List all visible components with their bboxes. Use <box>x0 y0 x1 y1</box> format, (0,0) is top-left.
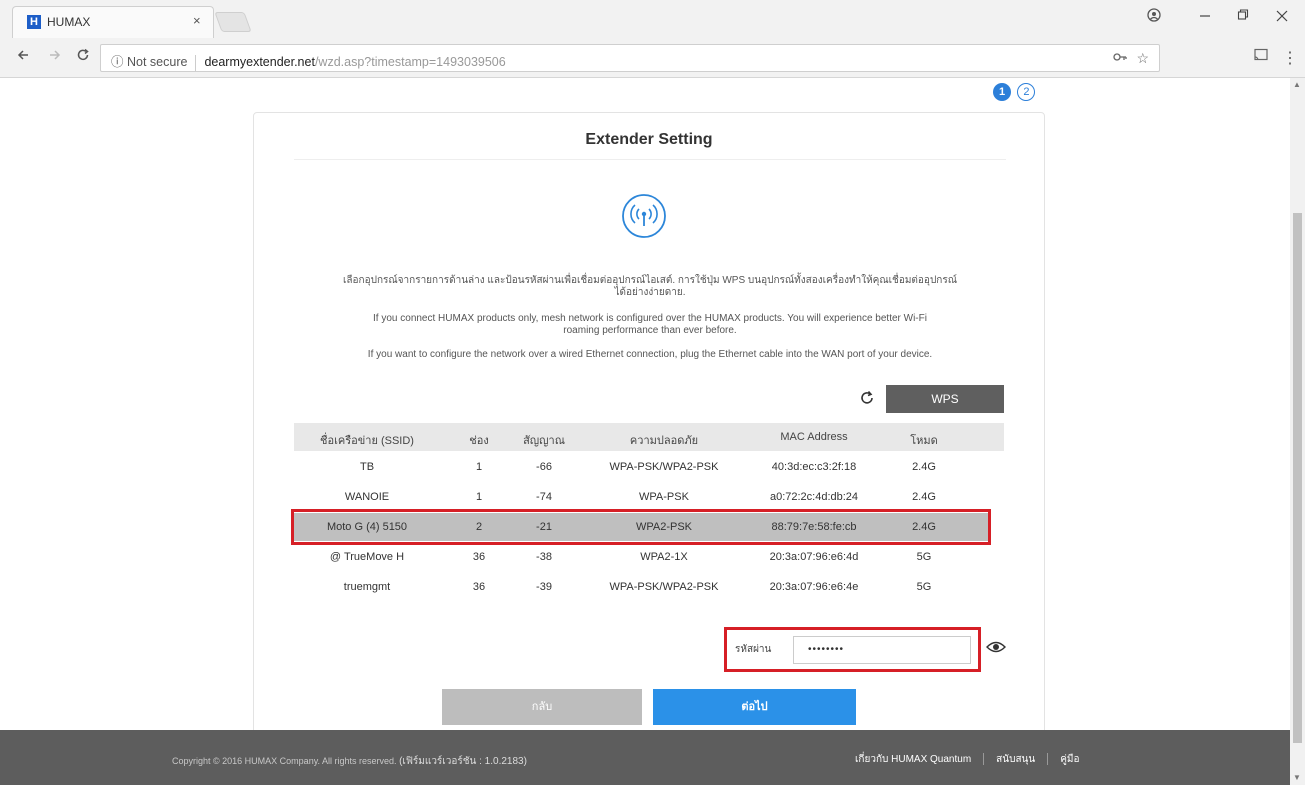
footer-link-support[interactable]: สนับสนุน <box>996 754 1035 765</box>
url-path: /wzd.asp?timestamp=1493039506 <box>314 55 506 69</box>
header-security: ความปลอดภัย <box>629 435 699 447</box>
copyright-text: Copyright © 2016 HUMAX Company. All righ… <box>172 756 397 766</box>
close-window-icon[interactable] <box>1276 8 1288 26</box>
cell-channel: 1 <box>475 461 483 473</box>
omnibox-icons: ☆ <box>1112 50 1149 67</box>
cell-channel: 36 <box>472 551 486 563</box>
page-scroll-up-icon[interactable]: ▲ <box>1293 80 1301 89</box>
cell-mac: 20:3a:07:96:e6:4e <box>769 581 859 593</box>
browser-tab[interactable]: H HUMAX × <box>12 6 214 38</box>
cell-ssid: truemgmt <box>343 581 391 593</box>
reload-icon[interactable] <box>76 48 90 67</box>
minimize-icon[interactable] <box>1199 8 1211 26</box>
url-text: ⓘ Not secure dearmyextender.net/wzd.asp?t… <box>111 51 506 71</box>
cell-mac: 40:3d:ec:c3:2f:18 <box>771 461 857 473</box>
cell-mode: 5G <box>916 581 932 593</box>
security-label: Not secure <box>127 55 188 69</box>
page-content: 1 2 Extender Setting เลือกอุปกรณ์จากรายก… <box>0 78 1290 730</box>
cell-signal: -38 <box>536 551 552 563</box>
cell-signal: -39 <box>536 581 552 593</box>
footer-copyright: Copyright © 2016 HUMAX Company. All righ… <box>172 754 527 769</box>
firmware-version: (เฟิร์มแวร์เวอร์ชัน : 1.0.2183) <box>399 756 527 767</box>
new-tab-button[interactable] <box>214 12 252 32</box>
cell-ssid: TB <box>359 461 375 473</box>
footer-link-divider <box>1047 753 1049 766</box>
footer-links: เกี่ยวกับ HUMAX Quantum สนับสนุน คู่มือ <box>855 752 1080 767</box>
selected-row-highlight <box>291 509 991 545</box>
step-1: 1 <box>993 83 1011 101</box>
browser-titlebar: H HUMAX × <box>0 0 1305 38</box>
url-input[interactable]: ⓘ Not secure dearmyextender.net/wzd.asp?t… <box>100 44 1160 72</box>
header-ssid: ชื่อเครือข่าย (SSID) <box>320 435 414 447</box>
url-separator <box>195 54 197 71</box>
description-thai-line1: เลือกอุปกรณ์จากรายการด้านล่าง และป้อนรหั… <box>343 275 957 286</box>
next-button[interactable]: ต่อไป <box>653 689 856 725</box>
description-thai: เลือกอุปกรณ์จากรายการด้านล่าง และป้อนรหั… <box>274 275 1026 299</box>
cell-channel: 1 <box>475 491 483 503</box>
wifi-signal-icon <box>622 194 666 238</box>
step-indicator: 1 2 <box>993 82 1037 101</box>
cell-mode: 2.4G <box>912 461 936 473</box>
show-password-eye-icon[interactable] <box>986 639 1006 655</box>
description-mesh-line1: If you connect HUMAX products only, mesh… <box>373 313 927 324</box>
table-row[interactable]: WANOIE 1 -74 WPA-PSK a0:72:2c:4d:db:24 2… <box>294 483 989 511</box>
cell-security: WPA-PSK/WPA2-PSK <box>609 461 719 473</box>
footer-link-manual[interactable]: คู่มือ <box>1060 754 1079 765</box>
cell-ssid: WANOIE <box>344 491 390 503</box>
cell-mode: 5G <box>916 551 932 563</box>
footer-link-divider <box>983 753 985 766</box>
cell-channel: 36 <box>472 581 486 593</box>
key-icon[interactable] <box>1112 50 1131 66</box>
humax-favicon-icon: H <box>27 15 41 29</box>
description-wired: If you want to configure the network ove… <box>367 349 933 360</box>
refresh-icon[interactable] <box>858 389 876 407</box>
restore-icon[interactable] <box>1237 8 1249 26</box>
header-mac: MAC Address <box>780 431 848 443</box>
cast-icon[interactable] <box>1253 48 1269 67</box>
wps-button[interactable]: WPS <box>886 385 1004 413</box>
back-button[interactable]: กลับ <box>442 689 642 725</box>
cell-signal: -74 <box>536 491 552 503</box>
password-input[interactable]: •••••••• <box>793 636 971 664</box>
url-host: dearmyextender.net <box>204 55 315 69</box>
table-row[interactable]: truemgmt 36 -39 WPA-PSK/WPA2-PSK 20:3a:0… <box>294 573 989 601</box>
back-arrow-icon[interactable] <box>16 48 30 67</box>
header-signal: สัญญาณ <box>523 435 565 447</box>
tab-close-icon[interactable]: × <box>193 13 201 28</box>
cell-mode: 2.4G <box>912 491 936 503</box>
tab-title: HUMAX <box>47 15 91 29</box>
description-thai-line2: ได้อย่างง่ายดาย. <box>614 287 686 298</box>
cell-signal: -66 <box>536 461 552 473</box>
address-bar: ⓘ Not secure dearmyextender.net/wzd.asp?t… <box>0 38 1305 78</box>
cell-security: WPA-PSK/WPA2-PSK <box>609 581 719 593</box>
cell-ssid: @ TrueMove H <box>329 551 405 563</box>
page-scrollbar[interactable]: ▲ ▼ <box>1290 78 1305 785</box>
network-table-header: ชื่อเครือข่าย (SSID) ช่อง สัญญาณ ความปลอ… <box>294 423 1004 451</box>
title-divider <box>294 159 1006 160</box>
forward-arrow-icon[interactable] <box>48 48 62 67</box>
page-title: Extender Setting <box>585 131 713 148</box>
footer: Copyright © 2016 HUMAX Company. All righ… <box>0 730 1290 785</box>
password-highlight: รหัสผ่าน •••••••• <box>724 627 981 672</box>
description-mesh-line2: roaming performance than ever before. <box>563 325 737 336</box>
cell-mac: a0:72:2c:4d:db:24 <box>769 491 859 503</box>
table-row[interactable]: @ TrueMove H 36 -38 WPA2-1X 20:3a:07:96:… <box>294 543 989 571</box>
profile-icon[interactable] <box>1147 8 1161 26</box>
step-2: 2 <box>1017 83 1036 101</box>
cell-mac: 20:3a:07:96:e6:4d <box>769 551 859 563</box>
header-mode: โหมด <box>910 435 938 447</box>
bookmark-star-icon[interactable]: ☆ <box>1136 50 1149 66</box>
cell-security: WPA-PSK <box>639 491 689 503</box>
info-icon[interactable]: ⓘ <box>111 55 124 69</box>
description-mesh: If you connect HUMAX products only, mesh… <box>274 313 1026 337</box>
header-channel: ช่อง <box>469 435 489 447</box>
browser-menu-icon[interactable]: ⋮ <box>1282 48 1298 68</box>
page-scroll-thumb[interactable] <box>1293 213 1302 743</box>
cell-security: WPA2-1X <box>640 551 688 563</box>
footer-link-about[interactable]: เกี่ยวกับ HUMAX Quantum <box>855 754 971 765</box>
password-label: รหัสผ่าน <box>735 644 772 655</box>
page-scroll-down-icon[interactable]: ▼ <box>1293 773 1301 782</box>
extender-setting-card: Extender Setting เลือกอุปกรณ์จากรายการด้… <box>253 112 1045 730</box>
table-row[interactable]: TB 1 -66 WPA-PSK/WPA2-PSK 40:3d:ec:c3:2f… <box>294 453 989 481</box>
